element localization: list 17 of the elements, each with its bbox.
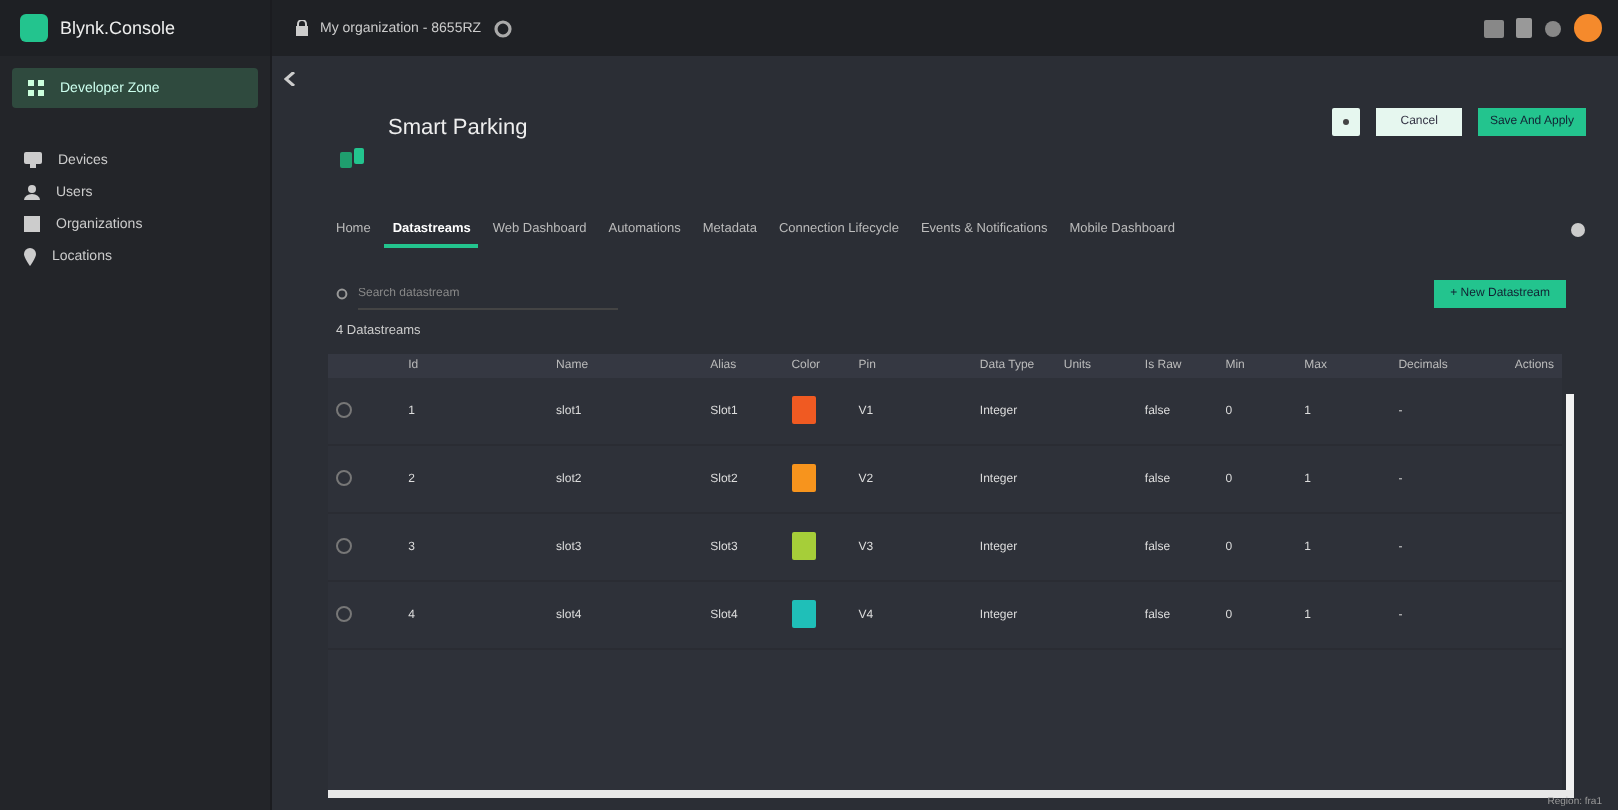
row-checkbox[interactable]: [336, 469, 352, 485]
row-checkbox[interactable]: [336, 537, 352, 553]
more-button[interactable]: [1332, 108, 1361, 136]
grid-icon: [28, 80, 44, 96]
template-title: Smart Parking: [388, 116, 528, 140]
row-checkbox[interactable]: [336, 605, 352, 621]
user-icon: [24, 184, 40, 200]
lock-icon: [296, 20, 308, 36]
brand-name: Blynk.Console: [60, 18, 176, 38]
logo-icon: [20, 14, 48, 42]
search-icon: [336, 287, 350, 301]
avatar-icon[interactable]: [1574, 14, 1602, 42]
dot-icon: [1340, 116, 1353, 128]
device-icon: [24, 152, 42, 168]
collapse-icon[interactable]: [284, 72, 298, 86]
row-checkbox[interactable]: [336, 401, 352, 417]
pin-icon: [24, 248, 36, 266]
